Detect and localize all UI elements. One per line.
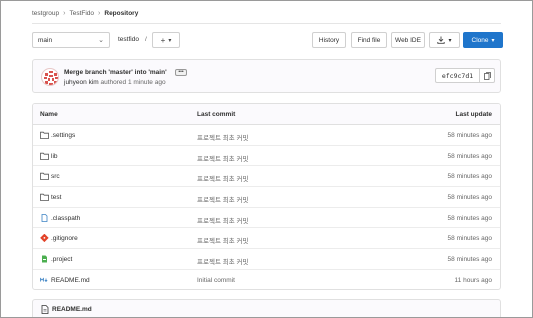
readme-title[interactable]: README.md: [52, 306, 92, 313]
file-last-update: 58 minutes ago: [447, 256, 492, 264]
web-ide-button[interactable]: Web IDE: [391, 32, 425, 48]
file-last-update: 58 minutes ago: [447, 132, 492, 139]
project-file-icon: [42, 255, 47, 263]
breadcrumb-separator-icon: ›: [63, 10, 66, 17]
file-name[interactable]: .gitignore: [51, 235, 78, 242]
file-name[interactable]: test: [51, 194, 61, 201]
file-name[interactable]: src: [51, 173, 60, 180]
branch-selector[interactable]: main ⌄: [32, 32, 110, 48]
file-last-commit[interactable]: 프로젝트 최초 커밋: [197, 235, 248, 245]
file-name[interactable]: README.md: [51, 277, 90, 284]
folder-icon: [40, 193, 49, 201]
file-name[interactable]: .classpath: [51, 215, 80, 222]
file-name[interactable]: .project: [51, 256, 72, 263]
repository-toolbar: main ⌄ testfido / + ▾ History Find file …: [32, 32, 503, 48]
file-last-commit[interactable]: 프로젝트 최초 커밋: [197, 132, 248, 142]
file-name[interactable]: .settings: [51, 132, 75, 139]
folder-icon: [40, 152, 49, 160]
file-last-commit[interactable]: 프로젝트 최초 커밋: [197, 153, 248, 163]
download-icon: [437, 36, 446, 44]
chevron-down-icon: ⌄: [98, 37, 104, 44]
column-last-update: Last update: [455, 111, 492, 118]
clone-label: Clone: [471, 36, 489, 44]
copy-sha-button[interactable]: [480, 68, 495, 83]
file-last-update: 11 hours ago: [454, 276, 492, 284]
repository-path[interactable]: testfido: [118, 36, 139, 43]
commit-time: 1 minute ago: [127, 79, 166, 86]
history-button[interactable]: History: [312, 32, 346, 48]
commit-message[interactable]: Merge branch 'master' into 'main': [64, 69, 167, 76]
table-row[interactable]: .gitignore 프로젝트 최초 커밋 58 minutes ago: [33, 228, 500, 250]
breadcrumb-group[interactable]: testgroup: [32, 10, 59, 17]
expand-commit-button[interactable]: •••: [175, 69, 187, 76]
file-icon: [41, 305, 49, 314]
column-name: Name: [40, 111, 58, 118]
file-last-update: 58 minutes ago: [447, 152, 492, 160]
column-last-commit: Last commit: [197, 111, 236, 118]
path-separator: /: [145, 36, 147, 43]
breadcrumb: testgroup › TestFido › Repository: [32, 10, 138, 17]
file-last-update: 58 minutes ago: [447, 235, 492, 243]
folder-icon: [40, 173, 49, 181]
table-header: Name Last commit Last update: [33, 104, 500, 125]
folder-icon: [40, 131, 49, 139]
copy-icon: [483, 71, 491, 80]
file-last-commit[interactable]: Initial commit: [197, 277, 235, 284]
chevron-down-icon: ▾: [448, 37, 452, 44]
branch-name: main: [38, 36, 53, 44]
file-name[interactable]: lib: [51, 153, 58, 160]
table-row[interactable]: src 프로젝트 최초 커밋 58 minutes ago: [33, 166, 500, 188]
avatar[interactable]: [41, 68, 59, 86]
file-last-commit[interactable]: 프로젝트 최초 커밋: [197, 194, 248, 204]
breadcrumb-project[interactable]: TestFido: [69, 10, 94, 17]
last-commit-panel: Merge branch 'master' into 'main' ••• ju…: [32, 59, 501, 93]
commit-action: authored: [100, 79, 127, 86]
file-last-update: 58 minutes ago: [447, 194, 492, 202]
chevron-down-icon: ▾: [168, 37, 172, 44]
table-row[interactable]: .project 프로젝트 최초 커밋 58 minutes ago: [33, 249, 500, 270]
file-last-commit[interactable]: 프로젝트 최초 커밋: [197, 215, 248, 225]
readme-panel: README.md: [32, 299, 501, 317]
breadcrumb-repository[interactable]: Repository: [104, 10, 138, 17]
chevron-down-icon: ▾: [491, 37, 495, 44]
file-icon: [41, 213, 48, 222]
plus-icon: +: [160, 35, 166, 45]
divider: [32, 23, 501, 24]
file-last-update: 58 minutes ago: [447, 214, 492, 222]
commit-meta: juhyeon kim authored 1 minute ago: [64, 79, 166, 86]
table-row[interactable]: lib 프로젝트 최초 커밋 58 minutes ago: [33, 146, 500, 167]
table-row[interactable]: .classpath 프로젝트 최초 커밋 58 minutes ago: [33, 208, 500, 229]
file-last-commit[interactable]: 프로젝트 최초 커밋: [197, 256, 248, 266]
repository-page: testgroup › TestFido › Repository main ⌄…: [0, 0, 533, 318]
table-row[interactable]: .settings 프로젝트 최초 커밋 58 minutes ago: [33, 125, 500, 146]
table-row[interactable]: README.md Initial commit 11 hours ago: [33, 270, 500, 289]
breadcrumb-separator-icon: ›: [98, 10, 101, 17]
file-last-update: 58 minutes ago: [447, 173, 492, 181]
table-row[interactable]: test 프로젝트 최초 커밋 58 minutes ago: [33, 187, 500, 208]
file-table: Name Last commit Last update .settings 프…: [32, 103, 501, 290]
git-icon: [40, 234, 49, 243]
file-last-commit[interactable]: 프로젝트 최초 커밋: [197, 173, 248, 183]
identicon-icon: [44, 71, 58, 85]
commit-sha[interactable]: efc9c7d1: [435, 68, 480, 83]
commit-author[interactable]: juhyeon kim: [64, 79, 99, 86]
clone-dropdown[interactable]: Clone ▾: [463, 32, 503, 48]
download-dropdown[interactable]: ▾: [429, 32, 460, 48]
add-file-dropdown[interactable]: + ▾: [152, 32, 180, 48]
find-file-button[interactable]: Find file: [351, 32, 387, 48]
markdown-icon: [40, 277, 48, 282]
